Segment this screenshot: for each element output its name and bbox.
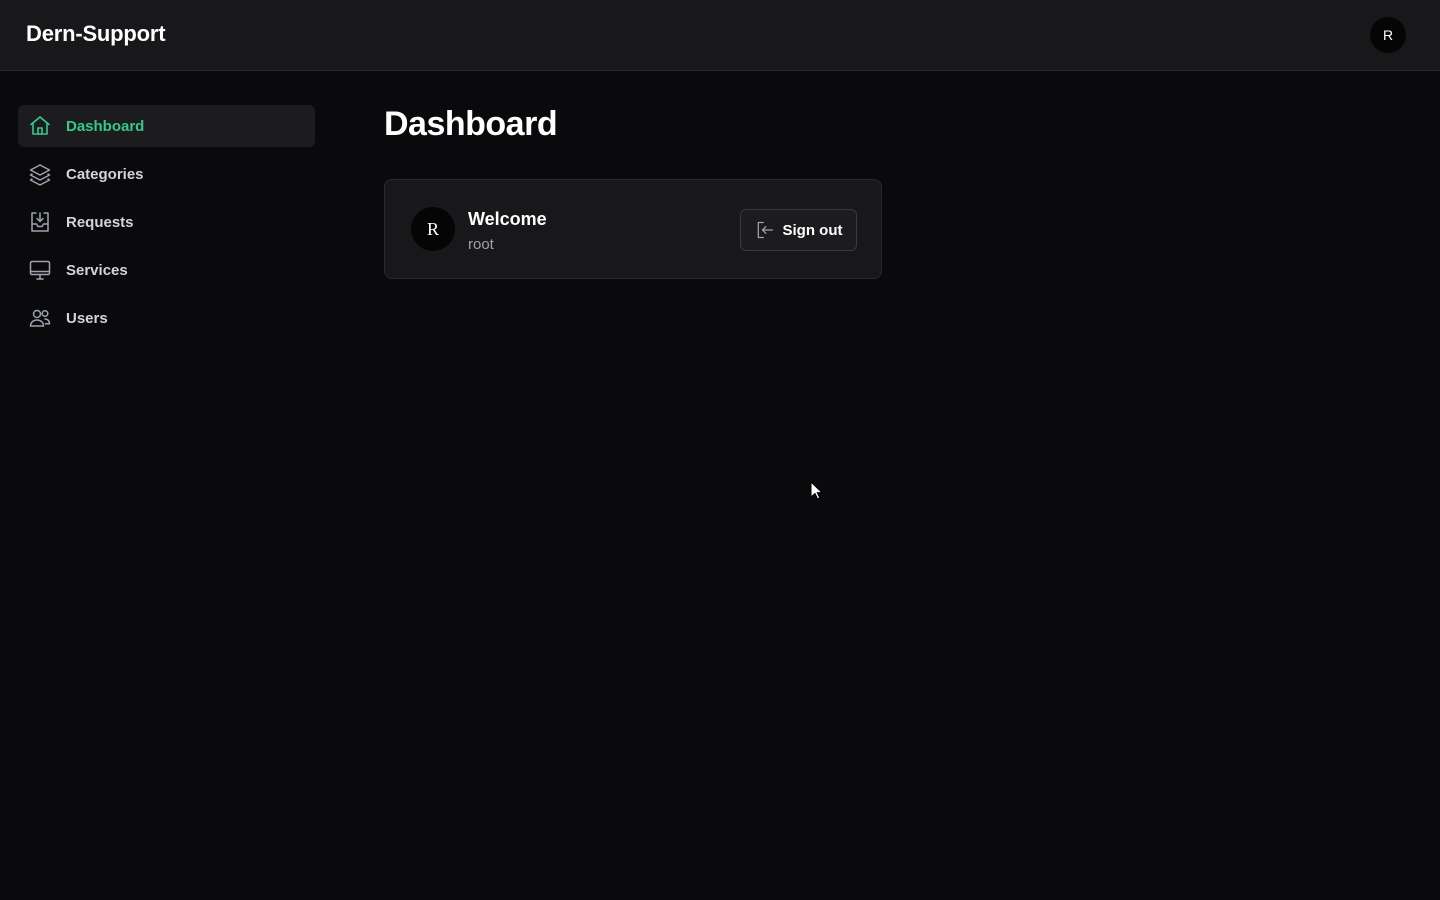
top-bar: Dern-Support R: [0, 0, 1440, 71]
sign-out-button[interactable]: Sign out: [740, 209, 857, 251]
sidebar-item-requests[interactable]: Requests: [18, 201, 315, 243]
sidebar-item-users[interactable]: Users: [18, 297, 315, 339]
welcome-card: R Welcome root Sign out: [384, 179, 882, 279]
sidebar-item-services[interactable]: Services: [18, 249, 315, 291]
sidebar: Dashboard Categories Requests Services U…: [0, 71, 340, 900]
sidebar-item-categories[interactable]: Categories: [18, 153, 315, 195]
monitor-icon: [28, 258, 52, 282]
sign-out-icon: [755, 220, 775, 240]
inbox-icon: [28, 210, 52, 234]
sidebar-item-label: Users: [66, 309, 108, 327]
sidebar-item-label: Categories: [66, 165, 144, 183]
home-icon: [28, 114, 52, 138]
avatar: R: [411, 207, 455, 251]
app-brand[interactable]: Dern-Support: [26, 21, 166, 47]
users-icon: [28, 306, 52, 330]
mouse-cursor-icon: [810, 481, 824, 501]
page-title: Dashboard: [384, 105, 558, 143]
sidebar-item-label: Services: [66, 261, 128, 279]
sidebar-item-label: Dashboard: [66, 117, 145, 135]
sidebar-item-label: Requests: [66, 213, 134, 231]
username-label: root: [468, 236, 494, 253]
sidebar-item-dashboard[interactable]: Dashboard: [18, 105, 315, 147]
user-avatar-button[interactable]: R: [1370, 17, 1406, 53]
sign-out-label: Sign out: [782, 221, 843, 239]
layers-icon: [28, 162, 52, 186]
welcome-heading: Welcome: [468, 209, 547, 229]
